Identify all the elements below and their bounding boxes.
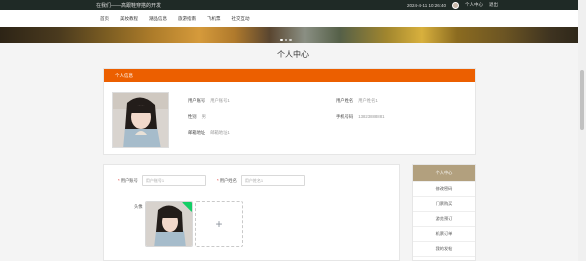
current-datetime: 2024-4-11 10:26:40 [407, 2, 446, 8]
form-name-input[interactable]: 用户姓名1 [240, 175, 305, 186]
top-bar-right: 2024-4-11 10:26:40 个人中心 退出 [407, 1, 498, 9]
main-nav: 首页 美妆教程 潮品信息 旅游指南 飞机票 社交互动 [0, 10, 586, 27]
page: 在我们——高跟鞋穿搭的开发 2024-4-11 10:26:40 个人中心 退出… [0, 0, 586, 261]
form-account-field: *用户账号 用户账号1 [118, 175, 206, 186]
side-menu-change-password[interactable]: 修改密码 [413, 182, 475, 197]
info-account-label: 用户账号 [188, 98, 206, 103]
carousel-dot[interactable] [284, 38, 287, 41]
side-menu-personal-center[interactable]: 个人中心 [413, 165, 475, 182]
nav-item-social[interactable]: 社交互动 [232, 16, 250, 22]
side-menu: 个人中心 修改密码 门票购买 游览预订 机票订单 我的发帖 [412, 164, 476, 261]
info-gender-value: 男 [201, 114, 206, 119]
avatar-upload-thumb[interactable] [145, 201, 193, 247]
nav-item-flights[interactable]: 飞机票 [207, 16, 221, 22]
carousel-indicators [280, 38, 292, 41]
user-info-card: 个人信息 用户账号 用户账号1 性别 男 邮箱地址 邮箱地址1 用户姓名 用户姓… [103, 68, 476, 155]
info-email-value: 邮箱地址1 [210, 130, 230, 135]
form-name-field: *用户姓名 用户姓名1 [217, 175, 305, 186]
system-name: 在我们——高跟鞋穿搭的开发 [96, 2, 162, 9]
nav-item-makeup[interactable]: 美妆教程 [120, 16, 138, 22]
page-scrollbar[interactable] [578, 0, 586, 261]
scrollbar-thumb[interactable] [580, 70, 584, 130]
info-account: 用户账号 用户账号1 [188, 98, 230, 104]
nav-item-trends[interactable]: 潮品信息 [149, 16, 167, 22]
logout-link[interactable]: 退出 [489, 2, 498, 8]
side-menu-ticket-purchase[interactable]: 门票购买 [413, 197, 475, 212]
top-bar: 在我们——高跟鞋穿搭的开发 2024-4-11 10:26:40 个人中心 退出 [0, 0, 586, 10]
carousel-dot[interactable] [280, 38, 283, 41]
info-name: 用户姓名 用户姓名1 [336, 98, 378, 104]
carousel-dot[interactable] [289, 38, 292, 41]
form-account-label: *用户账号 [118, 177, 138, 183]
info-email: 邮箱地址 邮箱地址1 [188, 130, 230, 136]
form-account-input[interactable]: 用户账号1 [141, 175, 206, 186]
info-name-label: 用户姓名 [336, 98, 354, 103]
info-name-value: 用户姓名1 [358, 98, 378, 103]
info-gender: 性别 男 [188, 114, 206, 120]
nav-item-home[interactable]: 首页 [100, 16, 109, 22]
side-menu-tour-booking[interactable]: 游览预订 [413, 212, 475, 227]
user-info-header: 个人信息 [104, 69, 475, 82]
info-account-value: 用户账号1 [210, 98, 230, 103]
info-phone-label: 手机号码 [336, 114, 354, 119]
info-phone-value: 13823888881 [358, 114, 385, 119]
avatar-upload-add-button[interactable]: + [195, 201, 243, 247]
side-menu-flight-orders[interactable]: 机票订单 [413, 227, 475, 242]
info-phone: 手机号码 13823888881 [336, 114, 384, 120]
side-menu-my-posts[interactable]: 我的发帖 [413, 242, 475, 257]
info-gender-label: 性别 [188, 114, 197, 119]
form-name-label: *用户姓名 [217, 177, 237, 183]
info-email-label: 邮箱地址 [188, 130, 206, 135]
nav-item-travel[interactable]: 旅游指南 [178, 16, 196, 22]
banner-carousel[interactable] [0, 27, 586, 43]
page-title: 个人中心 [277, 50, 309, 59]
personal-center-link[interactable]: 个人中心 [465, 2, 483, 8]
user-photo [112, 92, 169, 148]
form-avatar-label: 头像 [134, 204, 143, 209]
avatar-icon[interactable] [452, 1, 459, 9]
